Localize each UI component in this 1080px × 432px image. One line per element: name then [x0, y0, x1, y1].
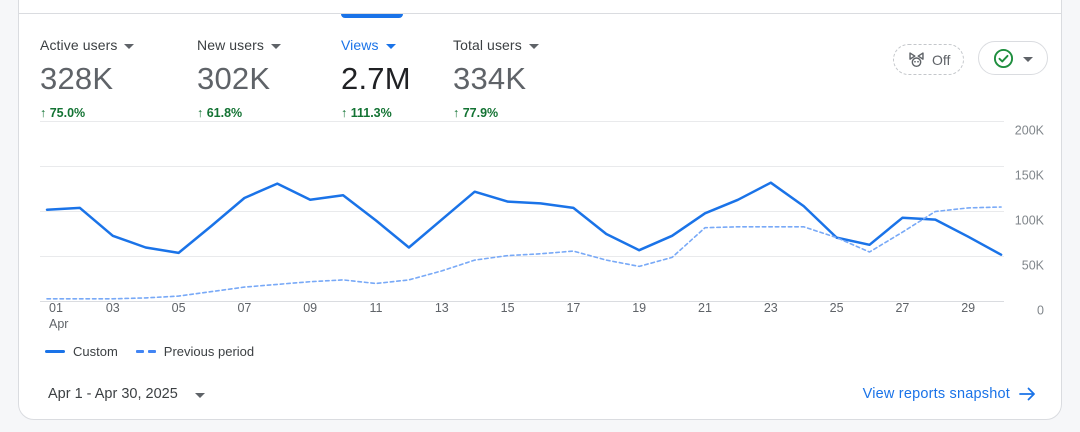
svg-text:03: 03: [106, 301, 120, 315]
svg-text:200K: 200K: [1015, 124, 1045, 138]
data-quality-button[interactable]: [978, 41, 1048, 75]
svg-text:07: 07: [237, 301, 251, 315]
svg-text:01: 01: [49, 301, 63, 315]
svg-text:05: 05: [172, 301, 186, 315]
metric-selector-total-users[interactable]: Total users: [453, 34, 539, 56]
metric-selector-views[interactable]: Views: [341, 34, 411, 56]
insights-icon: [907, 50, 926, 69]
legend-item-custom: Custom: [45, 344, 118, 359]
metric-value: 334K: [453, 61, 539, 97]
svg-text:25: 25: [830, 301, 844, 315]
svg-text:13: 13: [435, 301, 449, 315]
svg-text:150K: 150K: [1015, 169, 1045, 183]
chevron-down-icon: [271, 44, 281, 49]
metric-selector-active-users[interactable]: Active users: [40, 34, 134, 56]
svg-text:27: 27: [895, 301, 909, 315]
date-range-selector[interactable]: Apr 1 - Apr 30, 2025: [48, 386, 205, 402]
metric-active-users: Active users 328K ↑ 75.0%: [40, 34, 134, 120]
line-chart[interactable]: 0 50K 100K 150K 200K 01 Apr 03 05 07 09 11 13 15 17 19 2…: [0, 115, 1080, 337]
legend-label: Previous period: [164, 344, 254, 359]
svg-text:Apr: Apr: [49, 317, 68, 331]
insights-toggle[interactable]: Off: [893, 44, 964, 75]
chevron-down-icon: [529, 44, 539, 49]
metric-selector-new-users[interactable]: New users: [197, 34, 281, 56]
metric-value: 2.7M: [341, 61, 411, 97]
metric-total-users: Total users 334K ↑ 77.9%: [453, 34, 539, 120]
svg-text:29: 29: [961, 301, 975, 315]
metric-label: New users: [197, 37, 264, 53]
tabs-divider: [19, 13, 1061, 14]
svg-text:21: 21: [698, 301, 712, 315]
svg-text:19: 19: [632, 301, 646, 315]
svg-text:100K: 100K: [1015, 214, 1045, 228]
chevron-down-icon: [386, 44, 396, 49]
check-circle-icon: [993, 48, 1014, 69]
legend-label: Custom: [73, 344, 118, 359]
dashed-line-swatch-icon: [136, 350, 156, 354]
svg-text:15: 15: [501, 301, 515, 315]
active-tab-indicator: [341, 14, 403, 18]
legend-item-previous-period: Previous period: [136, 344, 254, 359]
chevron-down-icon: [195, 393, 205, 398]
svg-text:11: 11: [370, 301, 383, 315]
solid-line-swatch-icon: [45, 350, 65, 353]
metric-value: 302K: [197, 61, 281, 97]
svg-text:17: 17: [566, 301, 580, 315]
metric-label: Active users: [40, 37, 117, 53]
metric-label: Views: [341, 37, 379, 53]
view-reports-snapshot-link[interactable]: View reports snapshot: [863, 386, 1037, 402]
svg-text:0: 0: [1037, 304, 1044, 318]
chevron-down-icon: [1023, 57, 1033, 62]
date-range-label: Apr 1 - Apr 30, 2025: [48, 386, 178, 402]
svg-text:50K: 50K: [1022, 259, 1045, 273]
arrow-right-icon: [1018, 386, 1037, 402]
chevron-down-icon: [124, 44, 134, 49]
metric-value: 328K: [40, 61, 134, 97]
view-reports-snapshot-label: View reports snapshot: [863, 386, 1010, 402]
metric-label: Total users: [453, 37, 522, 53]
metric-views: Views 2.7M ↑ 111.3%: [341, 34, 411, 120]
svg-text:23: 23: [764, 301, 778, 315]
metric-new-users: New users 302K ↑ 61.8%: [197, 34, 281, 120]
svg-text:09: 09: [303, 301, 317, 315]
chart-legend: Custom Previous period: [45, 344, 254, 359]
insights-toggle-label: Off: [932, 52, 950, 68]
